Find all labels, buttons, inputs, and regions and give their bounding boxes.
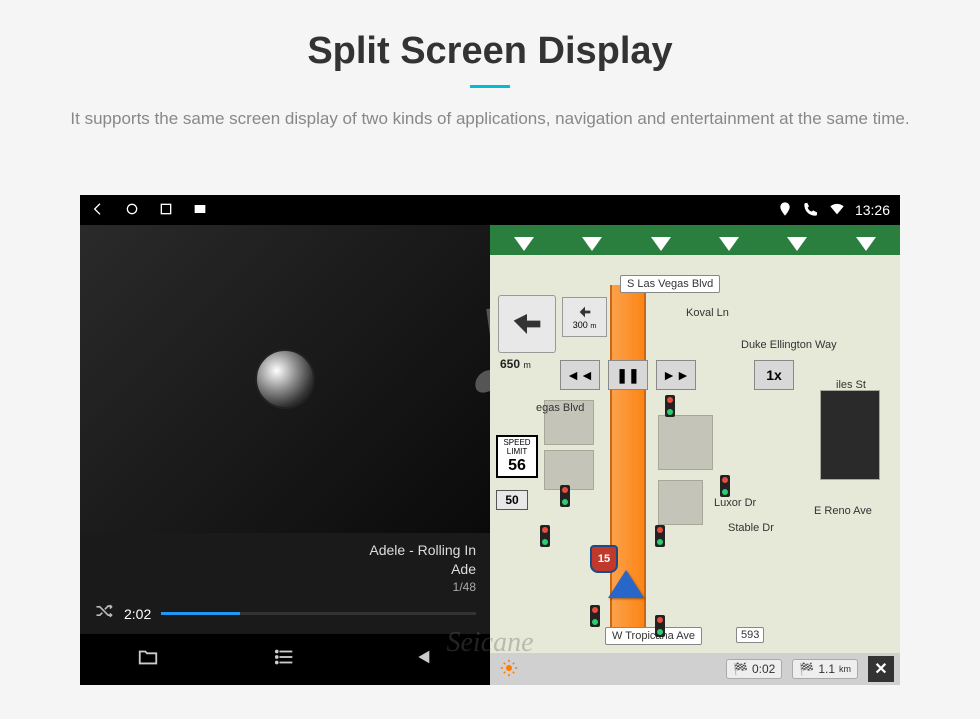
eta-time-chip[interactable]: 🏁 0:02 xyxy=(726,659,782,679)
turn-instruction xyxy=(498,295,556,353)
route-sign: 50 xyxy=(496,490,528,510)
elapsed-time: 2:02 xyxy=(124,606,151,622)
shuffle-icon[interactable] xyxy=(94,601,114,626)
playlist-icon[interactable] xyxy=(272,646,298,673)
street-label: Duke Ellington Way xyxy=(735,337,843,353)
folder-icon[interactable] xyxy=(135,646,161,673)
speed-limit-sign: SPEED LIMIT 56 xyxy=(496,435,538,478)
interstate-sign: 15 xyxy=(590,545,618,573)
wifi-icon xyxy=(829,201,845,220)
status-time: 13:26 xyxy=(855,202,890,218)
track-title: Adele - Rolling In xyxy=(94,541,476,560)
eta-distance-chip[interactable]: 🏁 1.1 km xyxy=(792,659,858,679)
street-label: egas Blvd xyxy=(530,400,590,416)
home-icon[interactable] xyxy=(124,201,140,220)
street-label: W Tropicana Ave xyxy=(605,627,702,645)
image-icon[interactable] xyxy=(192,201,208,220)
nav-pause-button[interactable]: ❚❚ xyxy=(608,360,648,390)
track-artist: Ade xyxy=(94,560,476,579)
turn-distance: 650 xyxy=(500,357,520,371)
nav-prev-button[interactable]: ◄◄ xyxy=(560,360,600,390)
lane-arrows xyxy=(490,233,900,255)
device-screenshot: 13:26 ♪ Adele - Rolling In Ade 1/48 2:02 xyxy=(80,195,900,685)
turn-distance-unit: m xyxy=(523,360,531,370)
map-pane[interactable]: S Las Vegas Blvd Koval Ln Duke Ellington… xyxy=(490,225,900,685)
nav-next-button[interactable]: ►► xyxy=(656,360,696,390)
nav-speed-button[interactable]: 1x xyxy=(754,360,794,390)
street-label: Koval Ln xyxy=(680,305,735,321)
location-icon xyxy=(777,201,793,220)
nav-footer: 🏁 0:02 🏁 1.1 km ✕ xyxy=(490,653,900,685)
nav-position-cursor xyxy=(608,570,644,598)
street-label: E Reno Ave xyxy=(808,503,878,519)
album-art-area: ♪ xyxy=(80,225,490,533)
track-count: 1/48 xyxy=(94,579,476,595)
street-label: S Las Vegas Blvd xyxy=(620,275,720,293)
page-title: Split Screen Display xyxy=(0,30,980,73)
status-bar: 13:26 xyxy=(80,195,900,225)
music-pane: ♪ Adele - Rolling In Ade 1/48 2:02 xyxy=(80,225,490,685)
street-label: iles St xyxy=(830,377,872,393)
phone-icon xyxy=(803,201,819,220)
street-label: Luxor Dr xyxy=(708,495,762,511)
progress-bar[interactable] xyxy=(161,612,476,615)
prev-track-icon[interactable] xyxy=(409,646,435,673)
recent-icon[interactable] xyxy=(158,201,174,220)
street-badge: 593 xyxy=(736,627,764,643)
back-icon[interactable] xyxy=(90,201,106,220)
street-label: Stable Dr xyxy=(722,520,780,536)
play-button[interactable] xyxy=(255,349,315,409)
page-description: It supports the same screen display of t… xyxy=(0,106,980,132)
title-divider xyxy=(470,85,510,88)
settings-icon[interactable] xyxy=(496,659,518,680)
next-turn-box: 300 m xyxy=(562,297,607,337)
close-nav-button[interactable]: ✕ xyxy=(868,656,894,682)
